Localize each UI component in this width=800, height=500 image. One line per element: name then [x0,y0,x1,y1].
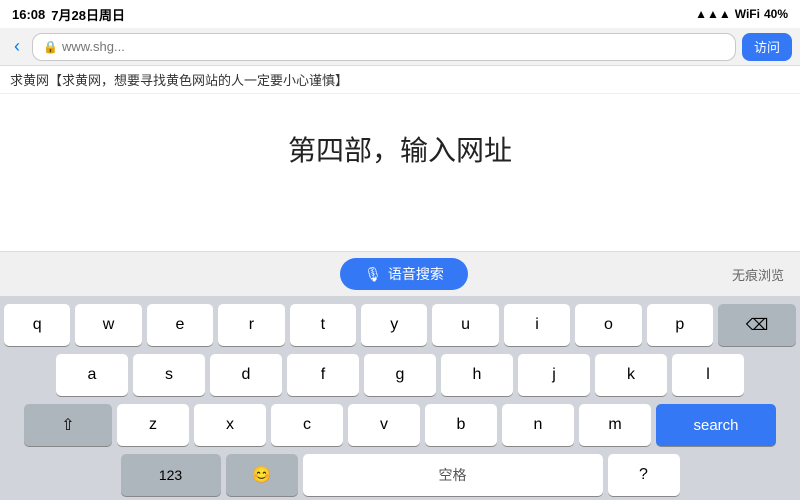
key-z[interactable]: z [117,404,189,446]
key-n[interactable]: n [502,404,574,446]
shift-key[interactable]: ⇧ [24,404,112,446]
status-time: 16:08 [12,7,45,22]
key-a[interactable]: a [56,354,128,396]
incognito-label: 无痕浏览 [732,265,784,284]
key-m[interactable]: m [579,404,651,446]
browser-bar: ‹ 🔒 访问 [0,28,800,66]
address-bar[interactable]: 🔒 [32,33,736,61]
keyboard-row-4: 123 😊 空格 ? [4,454,796,496]
shield-icon: 🔒 [43,40,58,54]
key-d[interactable]: d [210,354,282,396]
key-t[interactable]: t [290,304,356,346]
voice-bar: 🎙 语音搜索 无痕浏览 [0,251,800,296]
status-left: 16:08 7月28日周日 [12,5,125,24]
space-key[interactable]: 空格 [303,454,603,496]
mic-icon: 🎙 [364,266,382,283]
key-l[interactable]: l [672,354,744,396]
keyboard-row-1: q w e r t y u i o p ⌫ [4,304,796,346]
key-u[interactable]: u [432,304,498,346]
key-b[interactable]: b [425,404,497,446]
keyboard-row-2: a s d f g h j k l [4,354,796,396]
marquee-text: 求黄网【求黄网，想要寻找黄色网站的人一定要小心谨慎】 [0,66,800,94]
status-right: ▲▲▲ WiFi 40% [695,7,788,21]
key-g[interactable]: g [364,354,436,396]
numbers-key[interactable]: 123 [121,454,221,496]
main-content: 第四部，输入网址 [0,94,800,204]
key-r[interactable]: r [218,304,284,346]
key-h[interactable]: h [441,354,513,396]
visit-button[interactable]: 访问 [742,33,792,61]
key-o[interactable]: o [575,304,641,346]
key-w[interactable]: w [75,304,141,346]
status-date: 7月28日周日 [51,5,125,24]
key-e[interactable]: e [147,304,213,346]
key-s[interactable]: s [133,354,205,396]
key-j[interactable]: j [518,354,590,396]
battery-label: 40% [764,7,788,21]
key-i[interactable]: i [504,304,570,346]
key-y[interactable]: y [361,304,427,346]
key-f[interactable]: f [287,354,359,396]
signal-icon: ▲▲▲ [695,7,731,21]
key-q[interactable]: q [4,304,70,346]
key-c[interactable]: c [271,404,343,446]
key-p[interactable]: p [647,304,713,346]
keyboard-section: 🎙 语音搜索 无痕浏览 q w e r t y u i o p ⌫ a [0,251,800,500]
key-v[interactable]: v [348,404,420,446]
voice-label: 语音搜索 [388,264,444,284]
question-key[interactable]: ? [608,454,680,496]
status-bar: 16:08 7月28日周日 ▲▲▲ WiFi 40% [0,0,800,28]
delete-key[interactable]: ⌫ [718,304,796,346]
key-k[interactable]: k [595,354,667,396]
voice-search-button[interactable]: 🎙 语音搜索 [340,258,468,290]
keyboard-row-3: ⇧ z x c v b n m search [4,404,796,446]
search-key[interactable]: search [656,404,776,446]
key-x[interactable]: x [194,404,266,446]
address-input[interactable] [62,39,725,54]
keyboard-rows: q w e r t y u i o p ⌫ a s d f g h j [0,296,800,500]
back-button[interactable]: ‹ [8,36,26,57]
emoji-key[interactable]: 😊 [226,454,298,496]
keyboard: q w e r t y u i o p ⌫ a s d f g h j [0,296,800,500]
wifi-icon: WiFi [735,7,760,21]
main-title: 第四部，输入网址 [288,129,512,169]
